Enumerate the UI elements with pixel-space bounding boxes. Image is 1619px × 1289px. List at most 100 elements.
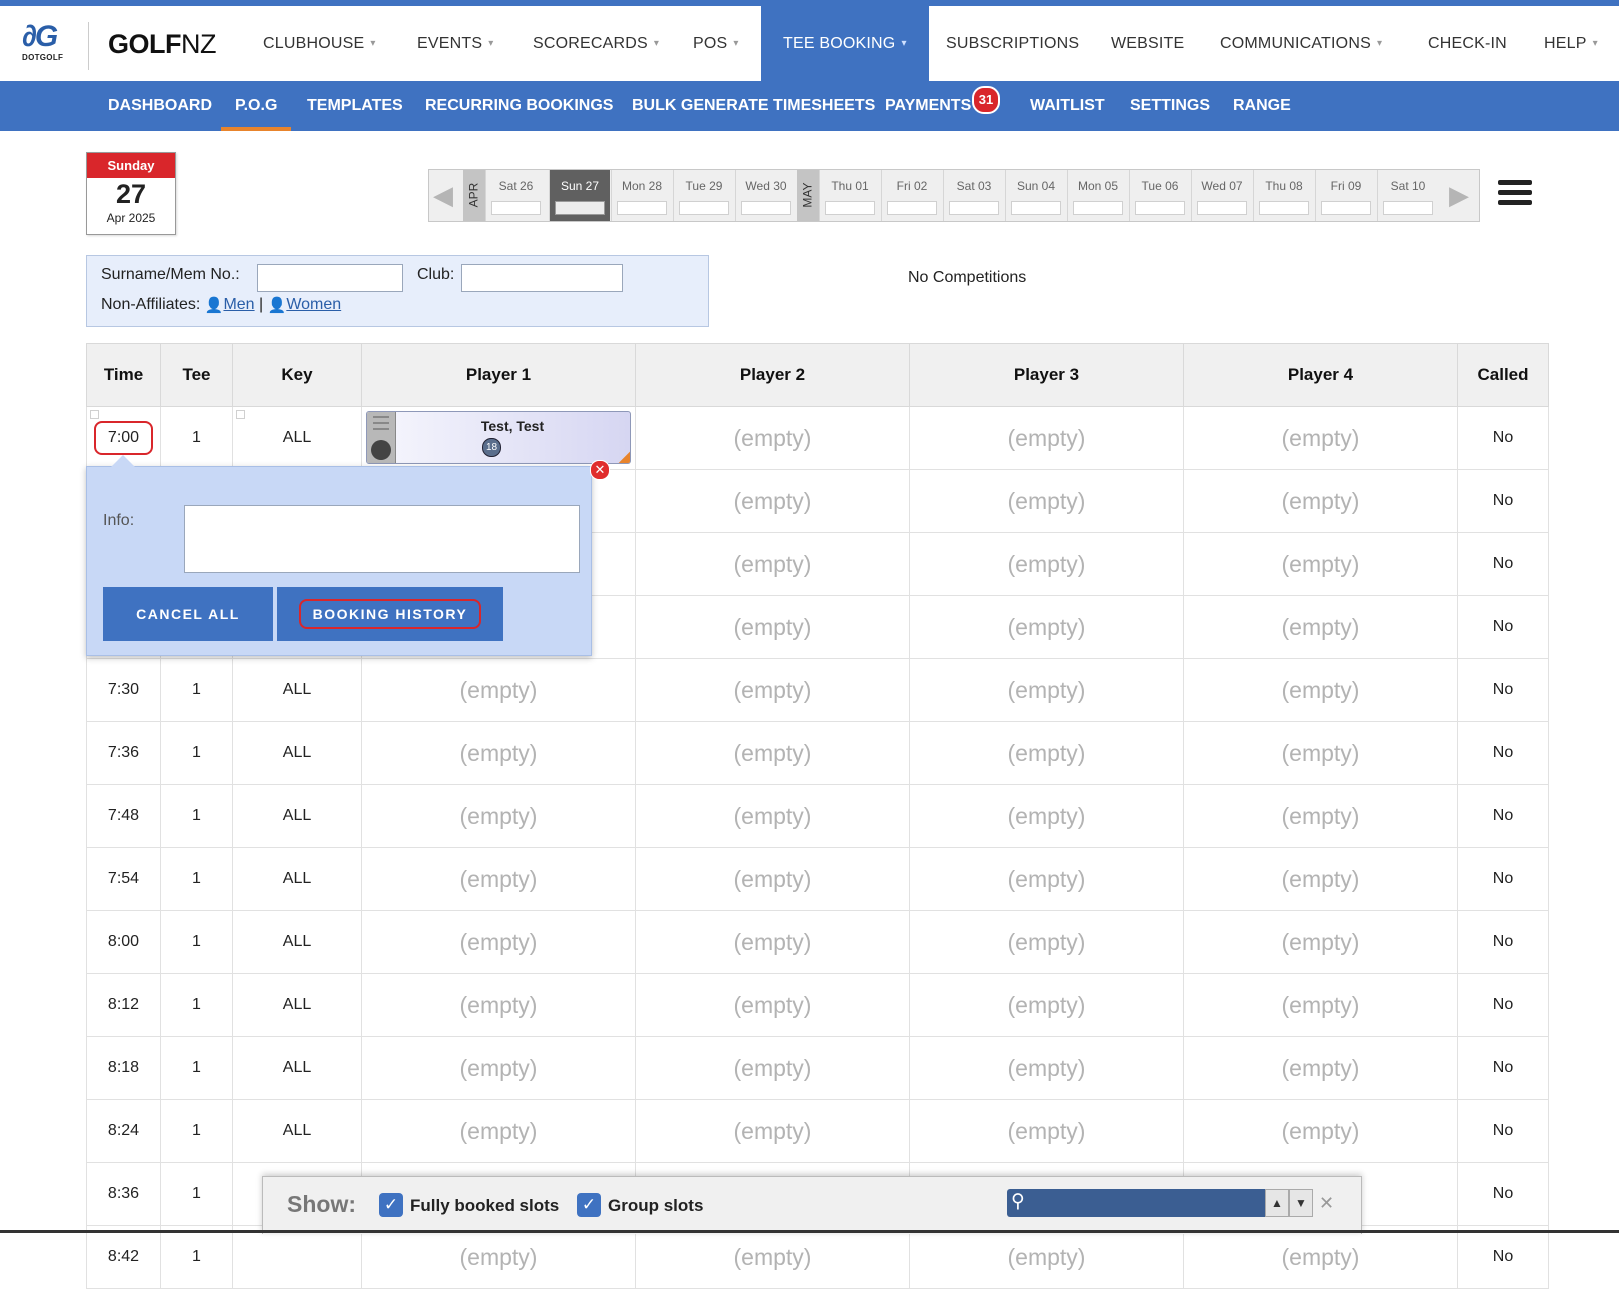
date-cell[interactable]: Wed 30 bbox=[735, 170, 796, 221]
nav-check-in[interactable]: CHECK-IN bbox=[1428, 6, 1507, 81]
player-slot-empty[interactable]: (empty) bbox=[909, 658, 1184, 722]
date-cell[interactable]: Tue 06 bbox=[1129, 170, 1190, 221]
player-slot-empty[interactable]: (empty) bbox=[635, 658, 910, 722]
player-slot-empty[interactable]: (empty) bbox=[635, 1036, 910, 1100]
player-slot-empty[interactable]: (empty) bbox=[1183, 721, 1458, 785]
date-cell[interactable]: Sun 04 bbox=[1005, 170, 1066, 221]
hamburger-menu-icon[interactable] bbox=[1498, 180, 1532, 210]
player-slot-empty[interactable]: (empty) bbox=[635, 847, 910, 911]
player-slot-empty[interactable]: (empty) bbox=[635, 784, 910, 848]
fully-booked-label[interactable]: Fully booked slots bbox=[410, 1196, 559, 1216]
date-cell[interactable]: Thu 01 bbox=[819, 170, 880, 221]
date-cell[interactable]: Wed 07 bbox=[1191, 170, 1252, 221]
time-cell[interactable]: 8:00 bbox=[86, 910, 161, 974]
date-cell[interactable]: Fri 09 bbox=[1315, 170, 1376, 221]
player-slot-empty[interactable]: (empty) bbox=[909, 532, 1184, 596]
player-slot-empty[interactable]: (empty) bbox=[1183, 658, 1458, 722]
player-slot-empty[interactable]: (empty) bbox=[909, 595, 1184, 659]
search-prev-button[interactable]: ▲ bbox=[1265, 1189, 1289, 1217]
dotgolf-logo[interactable]: ∂G DOTGOLF bbox=[22, 22, 68, 72]
subnav-dashboard[interactable]: DASHBOARD bbox=[108, 81, 212, 131]
date-cell[interactable]: Tue 29 bbox=[673, 170, 734, 221]
time-cell[interactable]: 7:36 bbox=[86, 721, 161, 785]
drag-handle-icon[interactable] bbox=[367, 412, 396, 463]
header-key[interactable]: Key bbox=[232, 343, 362, 407]
date-cell[interactable]: Sat 10 bbox=[1377, 170, 1438, 221]
player-slot-empty[interactable]: (empty) bbox=[361, 658, 636, 722]
nav-clubhouse[interactable]: CLUBHOUSE ▾ bbox=[263, 6, 376, 81]
close-icon[interactable]: ✕ bbox=[590, 460, 610, 480]
subnav-waitlist[interactable]: WAITLIST bbox=[1030, 81, 1105, 131]
date-cell-selected[interactable]: Sun 27 bbox=[549, 170, 610, 221]
date-cell[interactable]: Mon 28 bbox=[611, 170, 672, 221]
player-slot-empty[interactable]: (empty) bbox=[1183, 973, 1458, 1037]
golfnz-logo[interactable]: GOLFNZ bbox=[108, 30, 220, 66]
time-value[interactable]: 7:00 bbox=[93, 421, 154, 455]
player-slot-empty[interactable]: (empty) bbox=[909, 784, 1184, 848]
subnav-bulk-generate-timesheets[interactable]: BULK GENERATE TIMESHEETS bbox=[632, 81, 875, 131]
nav-help[interactable]: HELP ▾ bbox=[1544, 6, 1598, 81]
date-cell[interactable]: Fri 02 bbox=[881, 170, 942, 221]
time-cell[interactable]: 7:54 bbox=[86, 847, 161, 911]
player-slot-empty[interactable]: (empty) bbox=[909, 847, 1184, 911]
time-cell[interactable]: 7:30 bbox=[86, 658, 161, 722]
search-clear-icon[interactable]: ✕ bbox=[1319, 1193, 1334, 1214]
club-input[interactable] bbox=[461, 264, 623, 292]
time-cell[interactable]: 8:18 bbox=[86, 1036, 161, 1100]
group-slots-label[interactable]: Group slots bbox=[608, 1196, 703, 1216]
player-slot-empty[interactable]: (empty) bbox=[1183, 595, 1458, 659]
time-cell[interactable]: 8:24 bbox=[86, 1099, 161, 1163]
player-slot-empty[interactable]: (empty) bbox=[635, 469, 910, 533]
player-slot-empty[interactable]: (empty) bbox=[1183, 847, 1458, 911]
header-player-2[interactable]: Player 2 bbox=[635, 343, 910, 407]
date-cell[interactable]: Sat 26 bbox=[485, 170, 546, 221]
time-cell[interactable]: 8:36 bbox=[86, 1162, 161, 1226]
nav-scorecards[interactable]: SCORECARDS ▾ bbox=[533, 6, 659, 81]
player-slot-empty[interactable]: (empty) bbox=[361, 1036, 636, 1100]
subnav-templates[interactable]: TEMPLATES bbox=[307, 81, 403, 131]
player-slot-empty[interactable]: (empty) bbox=[635, 595, 910, 659]
header-player-1[interactable]: Player 1 bbox=[361, 343, 636, 407]
player-slot-empty[interactable]: (empty) bbox=[361, 1225, 636, 1289]
header-tee[interactable]: Tee bbox=[160, 343, 233, 407]
player-slot-empty[interactable]: (empty) bbox=[1183, 406, 1458, 470]
nav-tee-booking[interactable]: TEE BOOKING ▾ bbox=[761, 6, 929, 81]
date-cell[interactable]: Thu 08 bbox=[1253, 170, 1314, 221]
prev-arrow-icon[interactable]: ◀ bbox=[429, 170, 457, 221]
header-player-4[interactable]: Player 4 bbox=[1183, 343, 1458, 407]
time-cell[interactable]: 7:48 bbox=[86, 784, 161, 848]
nav-communications[interactable]: COMMUNICATIONS ▾ bbox=[1220, 6, 1382, 81]
player-slot-empty[interactable]: (empty) bbox=[909, 721, 1184, 785]
nav-website[interactable]: WEBSITE bbox=[1111, 6, 1184, 81]
cancel-all-button[interactable]: CANCEL ALL bbox=[103, 587, 273, 641]
player-slot-empty[interactable]: (empty) bbox=[909, 1225, 1184, 1289]
search-next-button[interactable]: ▼ bbox=[1289, 1189, 1313, 1217]
player-slot-empty[interactable]: (empty) bbox=[909, 973, 1184, 1037]
date-cell[interactable]: Sat 03 bbox=[943, 170, 1004, 221]
player-slot-empty[interactable]: (empty) bbox=[1183, 910, 1458, 974]
subnav-range[interactable]: RANGE bbox=[1233, 81, 1291, 131]
subnav-pog[interactable]: P.O.G bbox=[220, 81, 292, 131]
player-slot-empty[interactable]: (empty) bbox=[635, 1225, 910, 1289]
next-arrow-icon[interactable]: ▶ bbox=[1445, 170, 1473, 221]
player-slot-empty[interactable]: (empty) bbox=[361, 784, 636, 848]
player-slot-empty[interactable]: (empty) bbox=[361, 721, 636, 785]
player-slot-empty[interactable]: (empty) bbox=[1183, 1225, 1458, 1289]
time-cell[interactable]: 8:42 bbox=[86, 1225, 161, 1289]
date-cell[interactable]: Mon 05 bbox=[1067, 170, 1128, 221]
player-slot-empty[interactable]: (empty) bbox=[361, 1099, 636, 1163]
player-slot-empty[interactable]: (empty) bbox=[1183, 784, 1458, 848]
player-slot-empty[interactable]: (empty) bbox=[1183, 532, 1458, 596]
player-slot-empty[interactable]: (empty) bbox=[635, 973, 910, 1037]
player-slot-empty[interactable]: (empty) bbox=[635, 910, 910, 974]
player-slot-empty[interactable]: (empty) bbox=[635, 532, 910, 596]
player-slot-empty[interactable]: (empty) bbox=[361, 973, 636, 1037]
time-cell[interactable]: 8:12 bbox=[86, 973, 161, 1037]
subnav-recurring-bookings[interactable]: RECURRING BOOKINGS bbox=[425, 81, 613, 131]
player-slot-empty[interactable]: (empty) bbox=[635, 406, 910, 470]
player-slot-empty[interactable]: (empty) bbox=[361, 847, 636, 911]
player-slot-empty[interactable]: (empty) bbox=[909, 469, 1184, 533]
player-slot-empty[interactable]: (empty) bbox=[635, 721, 910, 785]
header-time[interactable]: Time bbox=[86, 343, 161, 407]
player-slot-empty[interactable]: (empty) bbox=[361, 910, 636, 974]
